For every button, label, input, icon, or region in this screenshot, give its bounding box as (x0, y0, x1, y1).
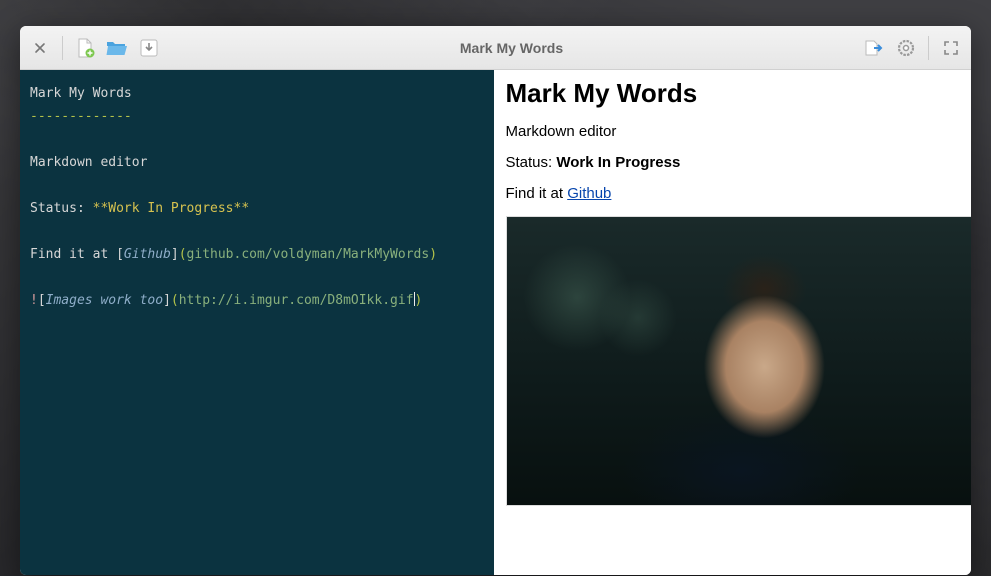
preview-status: Status: Work In Progress (506, 154, 960, 171)
preview-findit: Find it at Github (506, 185, 960, 202)
app-window: Mark My Words Mark My Words ------------… (20, 26, 971, 575)
window-title: Mark My Words (167, 40, 856, 56)
github-link[interactable]: Github (567, 185, 611, 202)
new-file-icon (75, 38, 95, 58)
separator (928, 36, 929, 60)
preview-subtitle: Markdown editor (506, 123, 960, 140)
editor-line: Status: **Work In Progress** (30, 201, 249, 216)
new-file-button[interactable] (71, 34, 99, 62)
open-file-button[interactable] (103, 34, 131, 62)
export-button[interactable] (860, 34, 888, 62)
editor-line: ![Images work too](http://i.imgur.com/D8… (30, 293, 422, 308)
close-icon (34, 42, 46, 54)
export-icon (864, 39, 884, 57)
folder-open-icon (106, 39, 128, 57)
download-icon (140, 39, 158, 57)
close-button[interactable] (26, 34, 54, 62)
settings-button[interactable] (892, 34, 920, 62)
content-split: Mark My Words ------------- Markdown edi… (20, 70, 971, 575)
editor-line: Markdown editor (30, 155, 147, 170)
editor-line: Find it at [Github](github.com/voldyman/… (30, 247, 437, 262)
fullscreen-icon (944, 41, 958, 55)
separator (62, 36, 63, 60)
markdown-editor[interactable]: Mark My Words ------------- Markdown edi… (20, 70, 494, 575)
titlebar[interactable]: Mark My Words (20, 26, 971, 70)
save-button[interactable] (135, 34, 163, 62)
editor-hr: ------------- (30, 109, 132, 124)
fullscreen-button[interactable] (937, 34, 965, 62)
editor-line: Mark My Words (30, 86, 132, 101)
gear-icon (897, 39, 915, 57)
preview-heading: Mark My Words (506, 78, 960, 109)
preview-image (506, 216, 972, 506)
markdown-preview: Mark My Words Markdown editor Status: Wo… (494, 70, 972, 575)
